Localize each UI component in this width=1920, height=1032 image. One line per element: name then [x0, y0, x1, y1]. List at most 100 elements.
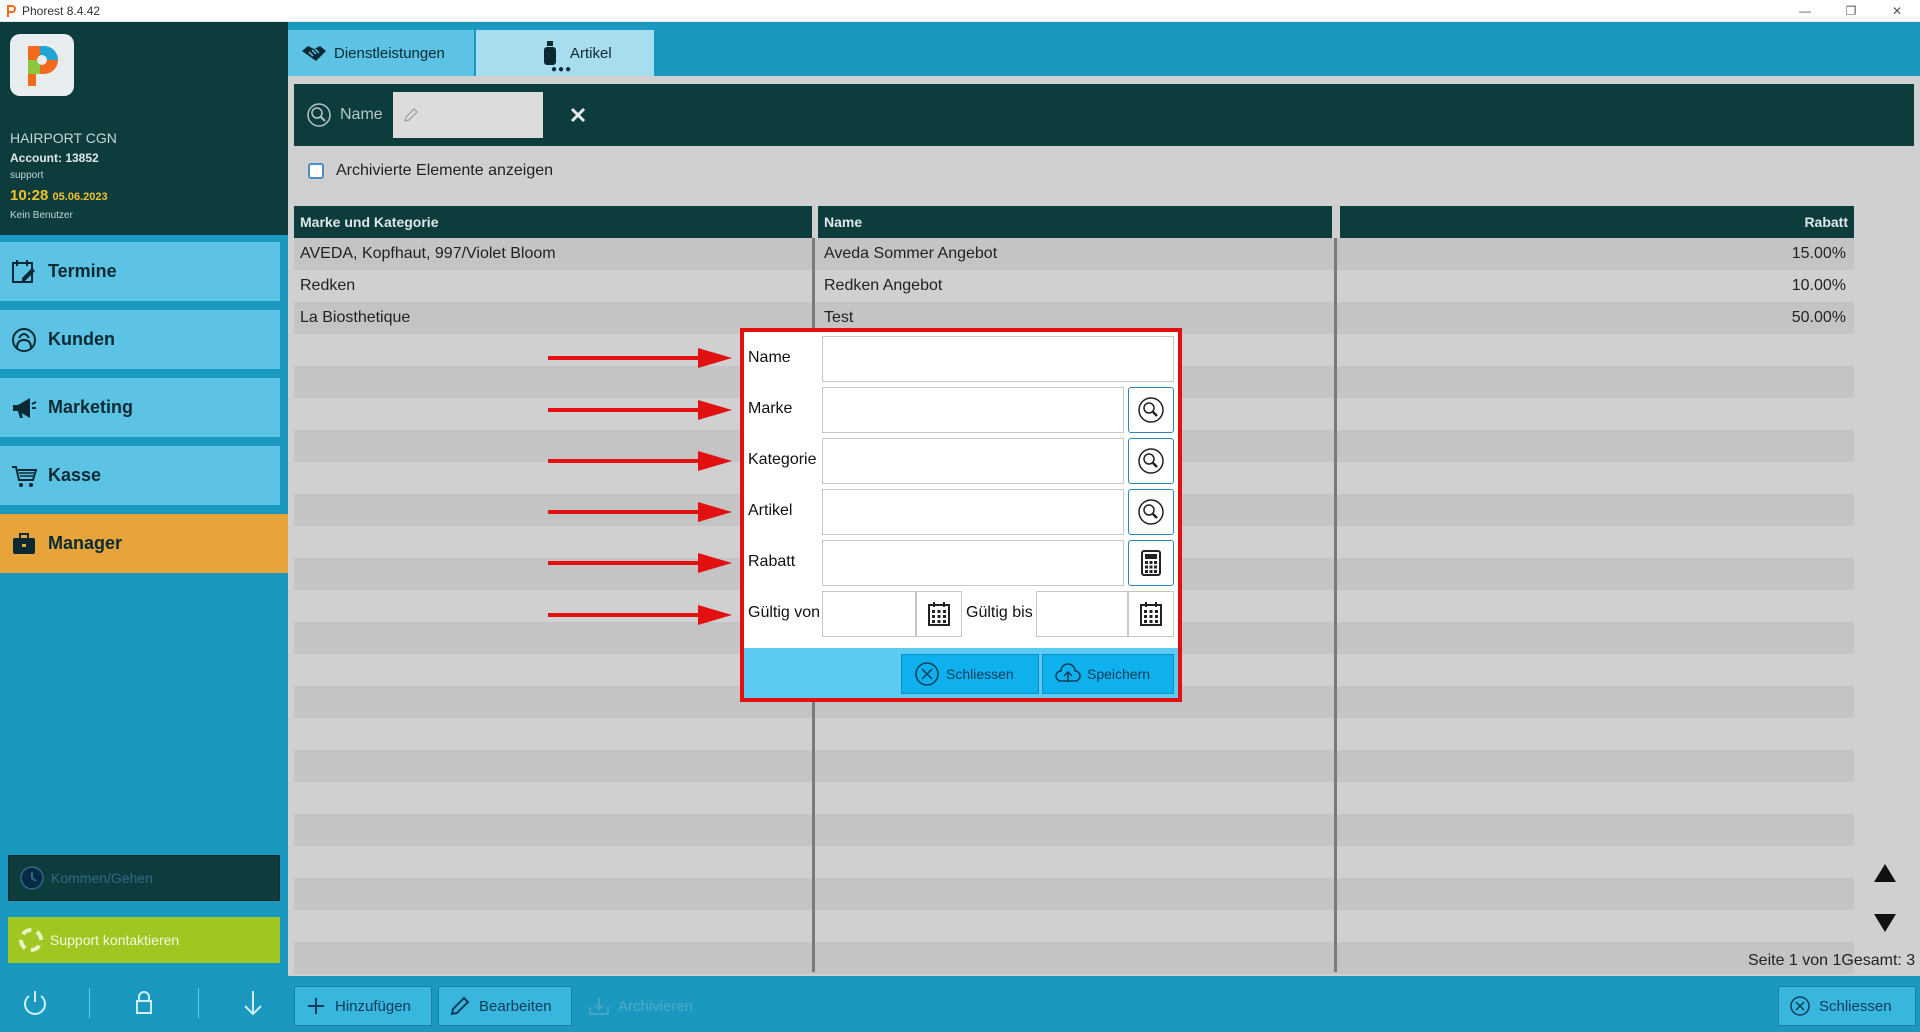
phorest-logo-icon — [28, 46, 58, 86]
discount-label: Rabatt — [748, 553, 796, 570]
column-header-name[interactable]: Name — [818, 206, 1332, 238]
archive-icon — [589, 998, 609, 1015]
footer-divider — [88, 987, 90, 1018]
table-row[interactable]: Redken Redken Angebot 10.00% — [294, 270, 1854, 302]
archive-checkbox[interactable] — [308, 163, 324, 179]
restore-icon[interactable]: ❐ — [1828, 0, 1874, 22]
cell-brand-category: Redken — [300, 277, 356, 294]
brand-row: Marke — [744, 385, 1178, 433]
discount-row: Rabatt — [744, 538, 1178, 586]
search-icon — [1138, 397, 1164, 423]
minimize-icon[interactable]: — — [1782, 0, 1828, 22]
brand-label: Marke — [748, 400, 793, 417]
close-window-icon[interactable]: ✕ — [1874, 0, 1920, 22]
calculator-icon — [1141, 550, 1161, 576]
category-input[interactable] — [822, 438, 1124, 484]
brand-input[interactable] — [822, 387, 1124, 433]
bottom-toolbar: Hinzufügen Bearbeiten Archivieren Schlie… — [288, 976, 1920, 1032]
cell-brand-category: La Biosthetique — [300, 309, 411, 326]
column-header-discount[interactable]: Rabatt — [1340, 206, 1854, 238]
dialog-save-button[interactable]: Speichern — [1042, 654, 1174, 694]
discount-dialog: Name Marke Kategorie Artikel Rabatt Gült… — [740, 328, 1182, 702]
valid-from-date-button[interactable] — [916, 591, 962, 637]
salon-name: HAIRPORT CGN — [10, 130, 117, 146]
nav-termine-label: Termine — [48, 261, 117, 281]
cell-discount: 10.00% — [1791, 277, 1846, 294]
article-input[interactable] — [822, 489, 1124, 535]
phorest-logo — [10, 34, 74, 96]
tab-dienstleistungen[interactable]: Dienstleistungen — [288, 30, 474, 76]
calendar-icon — [1140, 602, 1162, 626]
archive-toggle-label: Archivierte Elemente anzeigen — [336, 162, 554, 179]
brand-search-button[interactable] — [1128, 387, 1174, 433]
kommen-gehen-button[interactable]: Kommen/Gehen — [8, 855, 280, 901]
support-contact-button[interactable]: Support kontaktieren — [8, 917, 280, 963]
table-row — [294, 814, 1854, 846]
valid-from-input[interactable] — [822, 591, 916, 637]
edit-button[interactable]: Bearbeiten — [438, 986, 572, 1026]
cell-discount: 15.00% — [1791, 245, 1846, 262]
cloud-upload-icon — [1055, 663, 1081, 682]
current-date: 05.06.2023 — [52, 191, 108, 203]
table-row[interactable]: AVEDA, Kopfhaut, 997/Violet Bloom Aveda S… — [294, 238, 1854, 270]
annotation-arrow — [548, 348, 732, 368]
table-row — [294, 942, 1854, 974]
handshake-icon — [302, 46, 326, 61]
valid-to-label: Gültig bis — [966, 604, 1033, 621]
table-row — [294, 782, 1854, 814]
cart-icon — [12, 465, 38, 487]
annotation-arrow — [548, 502, 732, 522]
search-input[interactable] — [392, 92, 543, 138]
dialog-close-button[interactable]: Schliessen — [901, 654, 1039, 694]
column-header-brand-category[interactable]: Marke und Kategorie — [294, 206, 812, 238]
table-row — [294, 910, 1854, 942]
table-row — [294, 846, 1854, 878]
briefcase-icon — [13, 532, 35, 554]
valid-to-date-button[interactable] — [1128, 591, 1174, 637]
scroll-up-icon[interactable] — [1872, 862, 1898, 884]
tab-bar: Dienstleistungen Artikel ●●● — [288, 22, 1920, 76]
bottle-icon — [544, 41, 556, 65]
category-search-button[interactable] — [1128, 438, 1174, 484]
nav-kunden[interactable]: Kunden — [0, 310, 280, 369]
megaphone-icon — [13, 397, 37, 418]
clear-search-icon[interactable] — [569, 106, 587, 124]
active-tab-dots: ●●● — [551, 64, 573, 75]
lifebuoy-icon — [19, 928, 43, 952]
archive-button[interactable]: Archivieren — [578, 986, 708, 1026]
edit-button-label: Bearbeiten — [479, 997, 552, 1015]
kommen-gehen-label: Kommen/Gehen — [51, 870, 153, 886]
close-button[interactable]: Schliessen — [1778, 986, 1916, 1026]
current-time: 10:28 — [10, 187, 49, 204]
valid-to-input[interactable] — [1036, 591, 1128, 637]
archive-toggle[interactable]: Archivierte Elemente anzeigen — [308, 162, 553, 180]
sidebar-header: HAIRPORT CGN Account: 13852 support 10:2… — [0, 22, 288, 235]
cell-discount: 50.00% — [1791, 309, 1846, 326]
tab-artikel[interactable]: Artikel ●●● — [476, 30, 654, 76]
arrow-down-icon[interactable] — [238, 988, 268, 1018]
scroll-down-icon[interactable] — [1872, 912, 1898, 934]
discount-input[interactable] — [822, 540, 1124, 586]
calendar-icon — [928, 602, 950, 626]
footer-divider — [198, 987, 200, 1018]
nav-kunden-label: Kunden — [48, 329, 115, 349]
sidebar-footer — [0, 975, 288, 1030]
nav-marketing[interactable]: Marketing — [0, 378, 280, 437]
plus-icon — [308, 998, 324, 1014]
nav-manager[interactable]: Manager — [0, 514, 288, 573]
name-input[interactable] — [822, 336, 1174, 382]
article-row: Artikel — [744, 487, 1178, 535]
column-divider[interactable] — [1334, 238, 1337, 972]
title-bar: Phorest 8.4.42 — ❐ ✕ — [0, 0, 1920, 22]
article-search-button[interactable] — [1128, 489, 1174, 535]
nav-kasse[interactable]: Kasse — [0, 446, 280, 505]
phorest-app-icon — [7, 4, 16, 17]
nav-termine[interactable]: Termine — [0, 242, 280, 301]
table-row — [294, 878, 1854, 910]
category-label: Kategorie — [748, 451, 817, 468]
calculator-button[interactable] — [1128, 540, 1174, 586]
lock-icon[interactable] — [129, 988, 159, 1018]
power-icon[interactable] — [20, 988, 50, 1018]
add-button[interactable]: Hinzufügen — [294, 986, 432, 1026]
close-circle-icon — [1790, 996, 1810, 1016]
